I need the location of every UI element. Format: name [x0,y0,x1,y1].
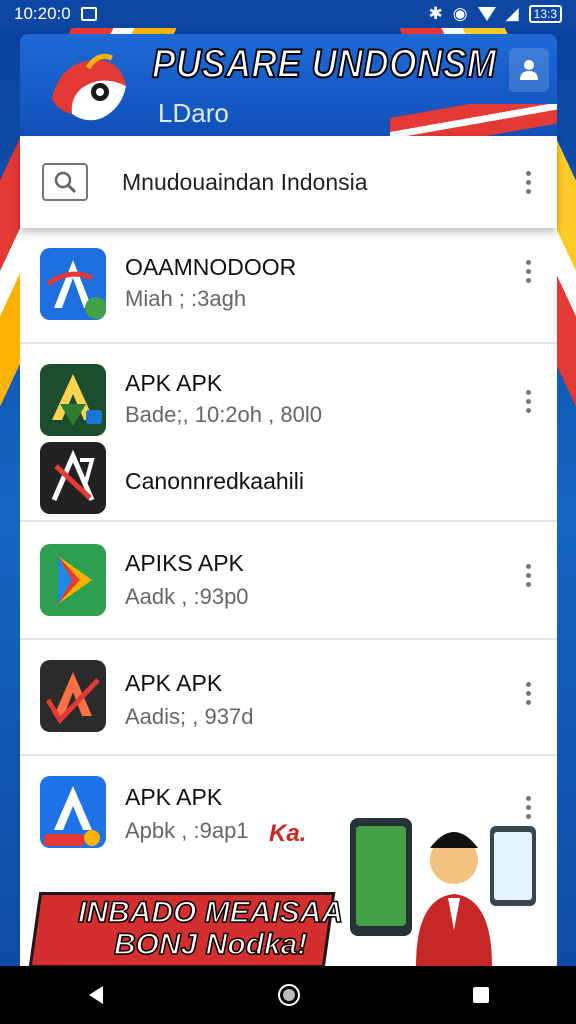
battery-indicator: 13:3 [528,5,562,23]
promo-headline: INBADO MEAISAA [77,895,344,930]
app-icon-3 [40,442,106,514]
app-meta: Aadis; , 937d [125,704,254,729]
app-icon-4 [40,544,106,616]
list-item[interactable]: APK APK Bade;, 10:2oh , 80l0 Canonnredka… [20,342,557,522]
app-name: Canonnredkaahili [125,468,305,494]
more-options-icon[interactable] [513,390,543,413]
notification-icon [80,7,97,21]
app-meta: Apbk , :9ap1 [125,818,249,843]
promo-banner[interactable]: INBADO MEAISAA BONJ Nodka! Ka. [28,818,544,968]
header-stripe [390,104,557,136]
list-item[interactable]: APK APK Aadis; , 937d [20,638,557,756]
app-meta: Miah ; :3agh [125,286,247,311]
app-subtitle: LDaro [158,98,229,128]
list-item[interactable]: APIKS APK Aadk , :93p0 [20,520,557,640]
more-options-icon[interactable] [513,564,543,587]
back-icon[interactable] [85,984,107,1006]
signal-icon: ◢ [505,4,519,23]
search-bar[interactable]: Mnudouaindan Indonsia [20,136,557,228]
search-input[interactable]: Mnudouaindan Indonsia [122,169,513,196]
app-name: APIKS APK [125,550,244,576]
list-item[interactable]: OAAMNODOOR Miah ; :3agh [20,228,557,344]
search-button[interactable] [42,163,88,201]
more-options-icon[interactable] [513,260,543,283]
app-logo-icon [52,53,126,121]
navigation-bar [0,966,576,1024]
app-icon-5 [40,660,106,732]
app-name: APK APK [125,784,223,810]
recents-icon[interactable] [471,985,491,1005]
app-meta: Bade;, 10:2oh , 80l0 [125,402,322,427]
promo-illustration [350,818,536,966]
status-bar: 10:20:0 ✱ ◉ ◢ 13:3 [0,0,576,28]
app-header: PUSARE UNDONSM LDaro [20,34,557,136]
bluetooth-icon: ✱ [428,4,443,23]
search-more-icon[interactable] [513,170,543,194]
user-icon [520,60,538,80]
app-name: APK APK [125,370,223,396]
home-icon[interactable] [277,983,301,1007]
app-icon-6 [40,776,106,848]
wifi-icon [477,7,496,21]
app-name: APK APK [125,670,223,696]
mute-icon: ◉ [452,4,468,23]
promo-red-text: Ka. [269,820,307,847]
app-title: PUSARE UNDONSM [151,41,497,87]
app-meta: Aadk , :93p0 [125,584,249,609]
app-name: OAAMNODOOR [125,254,297,280]
app-icon-2 [40,364,106,436]
app-icon-1 [40,248,106,320]
search-icon [54,171,77,194]
status-time: 10:20:0 [14,4,71,23]
more-options-icon[interactable] [513,682,543,705]
promo-tagline: BONJ Nodka! [113,927,308,962]
profile-button[interactable] [509,48,549,92]
